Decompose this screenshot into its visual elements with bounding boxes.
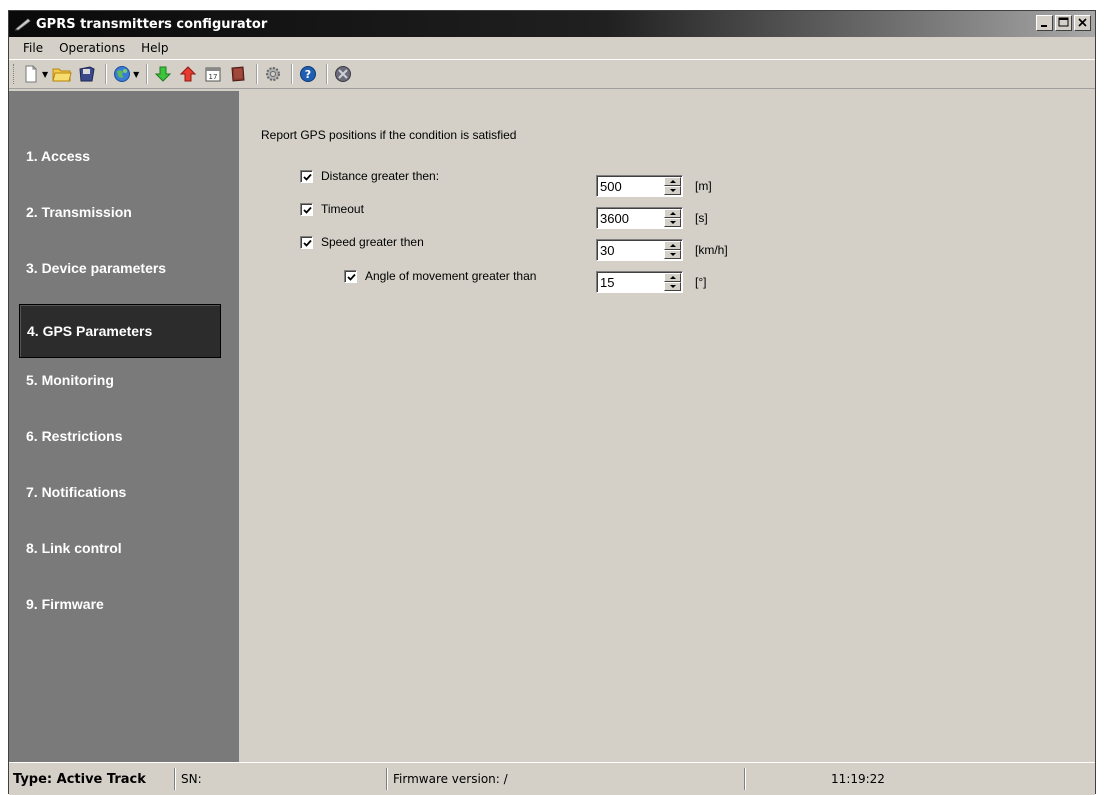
close-icon[interactable] <box>1074 15 1091 31</box>
sidebar-item-label: 3. Device parameters <box>26 260 167 276</box>
angle-spinner[interactable] <box>596 271 683 293</box>
book-icon[interactable] <box>227 63 249 85</box>
title-bar[interactable]: GPRS transmitters configurator <box>9 11 1095 37</box>
sidebar-item-label: 7. Notifications <box>26 484 127 500</box>
connect-dropdown-icon[interactable]: ▼ <box>133 70 139 79</box>
sidebar-item-label: 4. GPS Parameters <box>27 323 153 339</box>
spin-up-icon[interactable] <box>664 273 681 282</box>
sidebar: 1. Access 2. Transmission 3. Device para… <box>9 91 239 762</box>
save-icon[interactable] <box>76 63 98 85</box>
speed-label: Speed greater then <box>321 235 424 249</box>
distance-label: Distance greater then: <box>321 169 440 183</box>
menu-bar: File Operations Help <box>9 37 1095 59</box>
help-icon[interactable]: ? <box>297 63 319 85</box>
angle-label: Angle of movement greater than <box>365 269 537 283</box>
open-folder-icon[interactable] <box>51 63 73 85</box>
distance-row: Distance greater then: <box>300 164 439 188</box>
sidebar-item-label: 8. Link control <box>26 540 122 556</box>
gps-parameters-panel: Report GPS positions if the condition is… <box>239 91 1095 762</box>
app-window: GPRS transmitters configurator File Oper… <box>8 10 1096 795</box>
speed-unit: [km/h] <box>695 243 728 257</box>
distance-unit: [m] <box>695 179 712 193</box>
sidebar-item-firmware[interactable]: 9. Firmware <box>19 577 221 631</box>
timeout-unit: [s] <box>695 211 708 225</box>
toolbar-separator <box>146 64 149 84</box>
sidebar-item-access[interactable]: 1. Access <box>19 129 221 183</box>
new-file-icon[interactable] <box>20 63 42 85</box>
svg-text:17: 17 <box>209 73 218 81</box>
minimize-icon[interactable] <box>1036 15 1053 31</box>
pen-icon <box>15 18 31 31</box>
sidebar-item-label: 5. Monitoring <box>26 372 114 388</box>
sidebar-item-link-control[interactable]: 8. Link control <box>19 521 221 575</box>
calendar-icon[interactable]: 17 <box>202 63 224 85</box>
status-bar: Type: Active Track SN: Firmware version:… <box>9 762 1095 795</box>
spin-up-icon[interactable] <box>664 241 681 250</box>
sidebar-item-label: 2. Transmission <box>26 204 132 220</box>
timeout-row: Timeout <box>300 197 364 221</box>
menu-file[interactable]: File <box>15 39 51 57</box>
toolbar: ▼ ▼ 17 ? <box>9 59 1095 89</box>
window-controls <box>1034 15 1091 31</box>
settings-gear-icon[interactable] <box>262 63 284 85</box>
toolbar-separator <box>291 64 294 84</box>
spin-up-icon[interactable] <box>664 209 681 218</box>
connect-globe-icon[interactable] <box>111 63 133 85</box>
sidebar-item-gps-parameters[interactable]: 4. GPS Parameters <box>19 304 221 358</box>
menu-help[interactable]: Help <box>133 39 176 57</box>
download-arrow-icon[interactable] <box>152 63 174 85</box>
distance-checkbox[interactable] <box>300 169 313 183</box>
sidebar-item-restrictions[interactable]: 6. Restrictions <box>19 409 221 463</box>
spin-down-icon[interactable] <box>664 282 681 291</box>
sidebar-item-label: 9. Firmware <box>26 596 104 612</box>
status-device-type: Type: Active Track <box>13 771 146 787</box>
window-title: GPRS transmitters configurator <box>36 16 268 32</box>
status-serial-number: SN: <box>181 772 202 786</box>
timeout-checkbox[interactable] <box>300 202 313 216</box>
speed-spinner[interactable] <box>596 239 683 261</box>
sidebar-item-monitoring[interactable]: 5. Monitoring <box>19 353 221 407</box>
sidebar-item-label: 6. Restrictions <box>26 428 123 444</box>
menu-operations[interactable]: Operations <box>51 39 133 57</box>
angle-unit: [°] <box>695 275 707 289</box>
speed-row: Speed greater then <box>300 230 424 254</box>
spin-down-icon[interactable] <box>664 218 681 227</box>
sidebar-item-device-parameters[interactable]: 3. Device parameters <box>19 241 221 295</box>
toolbar-separator <box>326 64 329 84</box>
timeout-label: Timeout <box>321 202 364 216</box>
section-heading: Report GPS positions if the condition is… <box>261 128 517 142</box>
toolbar-separator <box>105 64 108 84</box>
spin-down-icon[interactable] <box>664 250 681 259</box>
angle-checkbox[interactable] <box>344 269 357 283</box>
spin-down-icon[interactable] <box>664 186 681 195</box>
timeout-spinner[interactable] <box>596 207 683 229</box>
distance-spinner[interactable] <box>596 175 683 197</box>
angle-row: Angle of movement greater than <box>344 264 536 288</box>
sidebar-item-transmission[interactable]: 2. Transmission <box>19 185 221 239</box>
new-dropdown-icon[interactable]: ▼ <box>42 70 48 79</box>
toolbar-separator <box>256 64 259 84</box>
status-firmware-version: Firmware version: / <box>393 772 508 786</box>
upload-arrow-icon[interactable] <box>177 63 199 85</box>
speed-checkbox[interactable] <box>300 235 313 249</box>
svg-text:?: ? <box>305 68 311 81</box>
timeout-input[interactable] <box>600 210 656 226</box>
angle-input[interactable] <box>600 274 656 290</box>
distance-input[interactable] <box>600 178 656 194</box>
sidebar-item-notifications[interactable]: 7. Notifications <box>19 465 221 519</box>
disconnect-icon[interactable] <box>332 63 354 85</box>
spin-up-icon[interactable] <box>664 177 681 186</box>
sidebar-item-label: 1. Access <box>26 148 91 164</box>
toolbar-grip[interactable] <box>13 64 16 84</box>
status-clock: 11:19:22 <box>831 772 885 786</box>
maximize-icon[interactable] <box>1055 15 1072 31</box>
speed-input[interactable] <box>600 242 656 258</box>
